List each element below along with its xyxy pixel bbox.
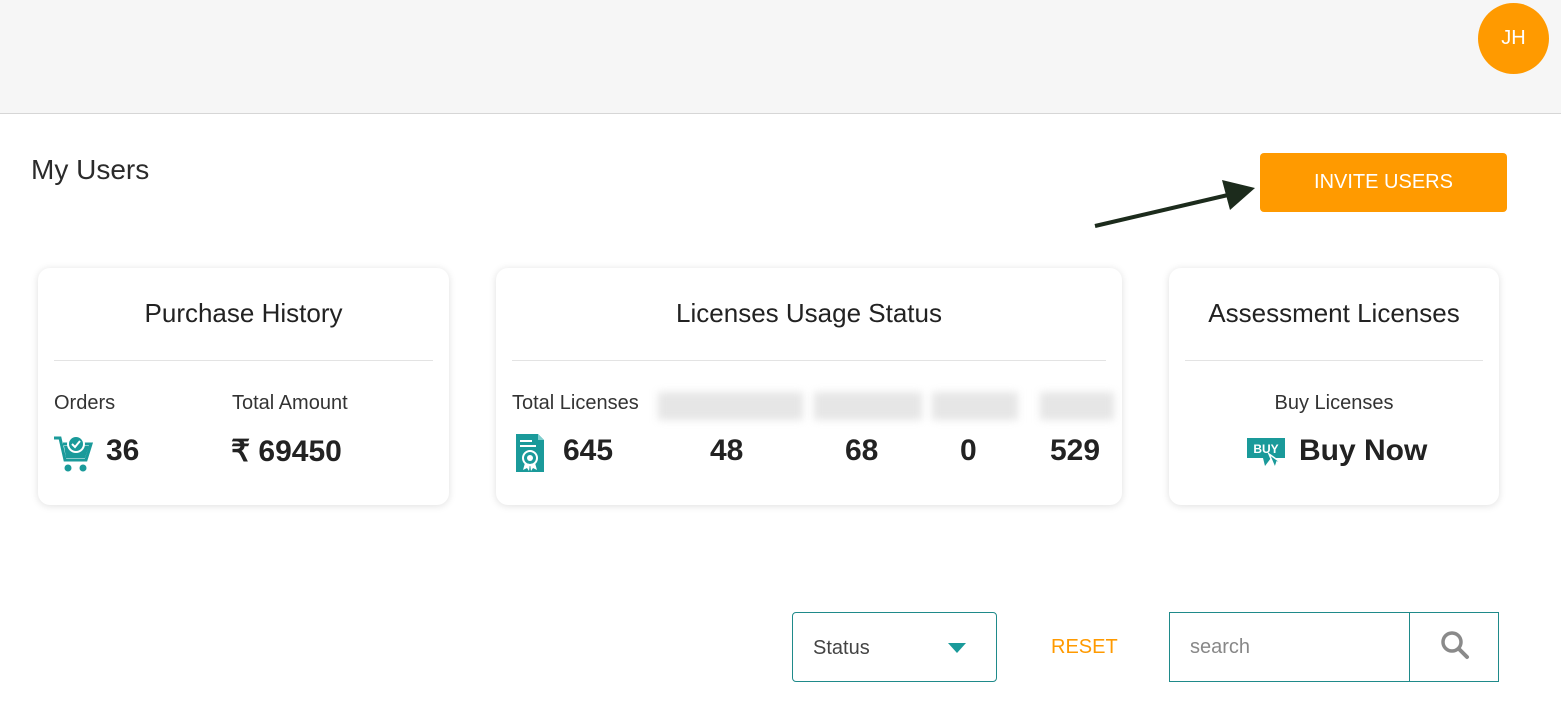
- divider: [1185, 360, 1483, 361]
- status-filter-select[interactable]: Status: [792, 612, 997, 682]
- redacted-label: [814, 392, 922, 420]
- total-licenses-value: 645: [563, 434, 614, 467]
- license-stat-value: 0: [960, 434, 977, 467]
- card-title: Licenses Usage Status: [676, 298, 942, 328]
- card-title: Purchase History: [144, 298, 343, 328]
- invite-users-button[interactable]: INVITE USERS: [1260, 153, 1507, 212]
- total-amount-value: ₹ 69450: [231, 435, 342, 468]
- search-box: [1169, 612, 1499, 682]
- total-licenses-label: Total Licenses: [512, 392, 639, 414]
- total-amount-label: Total Amount: [232, 392, 348, 414]
- license-stat-value: 68: [845, 434, 879, 467]
- search-button[interactable]: [1409, 613, 1499, 681]
- divider: [512, 360, 1106, 361]
- status-select-label: Status: [813, 637, 870, 659]
- orders-value: 36: [106, 434, 140, 467]
- chevron-down-icon: [948, 643, 966, 653]
- buy-now-link[interactable]: Buy Now: [1299, 434, 1427, 468]
- buy-icon[interactable]: BUY: [1245, 434, 1287, 475]
- svg-text:BUY: BUY: [1253, 442, 1278, 456]
- certificate-icon: [514, 432, 546, 479]
- redacted-label: [658, 392, 803, 420]
- search-icon: [1440, 630, 1470, 665]
- assessment-licenses-card[interactable]: Assessment Licenses Buy Licenses BUY Buy…: [1169, 268, 1499, 505]
- search-input[interactable]: [1170, 613, 1409, 681]
- redacted-label: [1040, 392, 1114, 420]
- licenses-usage-card[interactable]: Licenses Usage Status Total Licenses 645…: [496, 268, 1122, 505]
- license-stat-value: 529: [1050, 434, 1101, 467]
- reset-button[interactable]: RESET: [1051, 636, 1118, 659]
- buy-licenses-label: Buy Licenses: [1274, 392, 1394, 414]
- redacted-label: [932, 392, 1018, 420]
- cart-icon: [52, 434, 94, 479]
- purchase-history-card[interactable]: Purchase History Orders Total Amount 36 …: [38, 268, 449, 505]
- card-title: Assessment Licenses: [1208, 298, 1460, 328]
- orders-label: Orders: [54, 392, 116, 414]
- license-stat-value: 48: [710, 434, 744, 467]
- divider: [54, 360, 433, 361]
